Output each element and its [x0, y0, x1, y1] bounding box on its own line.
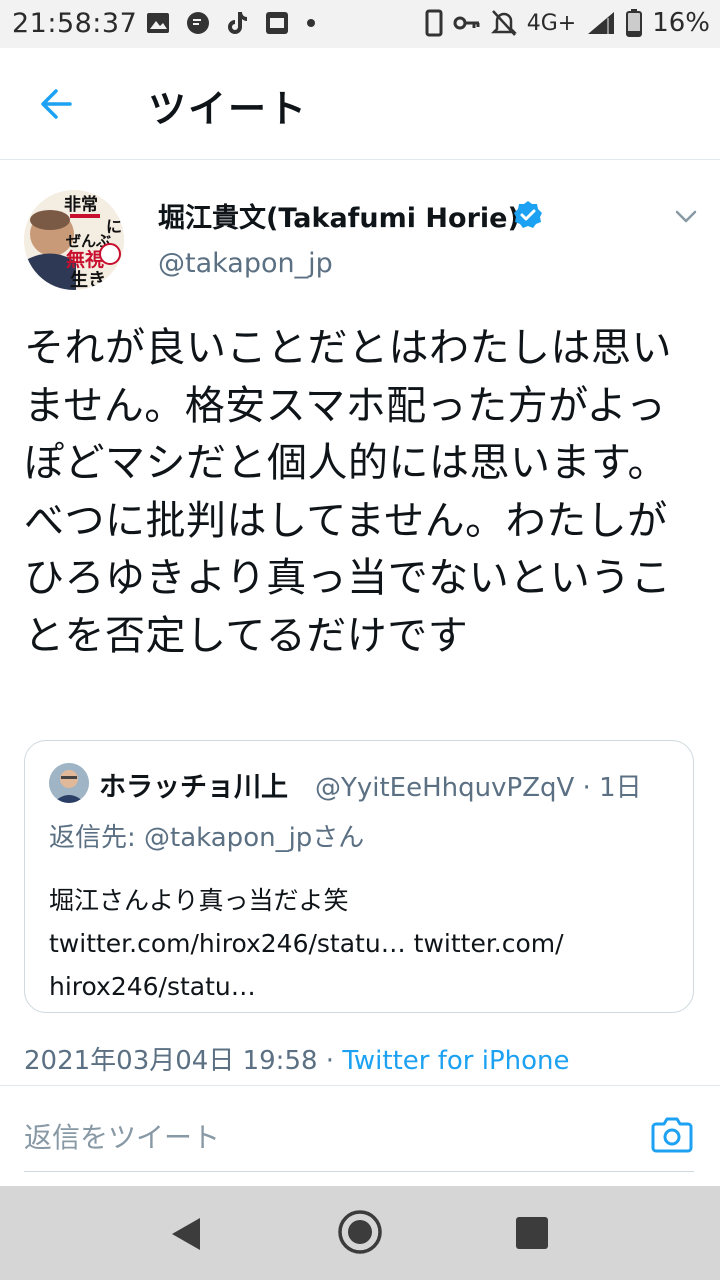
quoted-link[interactable]: hirox246/statu…	[49, 965, 669, 1008]
tweet-source[interactable]: Twitter for iPhone	[342, 1046, 569, 1076]
nav-back-icon[interactable]	[168, 1216, 204, 1252]
author-handle[interactable]: @takapon_jp	[158, 248, 333, 279]
page-title: ツイート	[148, 87, 309, 131]
quoted-link[interactable]: twitter.com/hirox246/statu… twitter.com/	[49, 922, 669, 965]
system-nav-bar	[0, 1186, 720, 1280]
dot-icon	[307, 19, 315, 27]
verified-badge-icon	[514, 201, 542, 228]
reply-underline	[24, 1171, 694, 1172]
tweet-text: それが良いことだとはわたしは思いません。格安スマホ配った方がよっぽどマシだと個人…	[24, 325, 672, 659]
nav-recents-icon[interactable]	[516, 1217, 548, 1249]
mute-icon	[490, 10, 517, 36]
quoted-reply-to: 返信先: @takapon_jpさん	[49, 823, 365, 853]
status-time: 21:58:37	[12, 8, 138, 39]
top-app-bar: ツイート	[0, 48, 720, 160]
arrow-left-icon[interactable]	[36, 84, 76, 124]
quoted-tweet[interactable]: ホラッチョ川上 @YyitEeHhquvPZqV · 1日 返信先: @taka…	[24, 740, 694, 1013]
battery-level: 16%	[652, 8, 710, 38]
tweet-timestamp: 2021年03月04日 19:58 · Twitter for iPhone	[24, 1040, 570, 1077]
camera-icon[interactable]	[650, 1112, 694, 1156]
chat-bubble-icon	[187, 12, 209, 34]
signal-icon	[588, 12, 615, 34]
svg-text:生き: 生き	[70, 269, 106, 290]
timestamp-text: 2021年03月04日 19:58 ·	[24, 1046, 343, 1076]
avatar-image: 非常 に ぜんぶ 無視 生き	[24, 190, 124, 290]
chevron-down-icon[interactable]	[672, 202, 700, 230]
app-badge-icon	[266, 12, 288, 34]
battery-icon	[626, 9, 643, 37]
tiktok-icon	[228, 12, 247, 34]
notification-icons	[146, 10, 316, 36]
status-bar: 21:58:37 4G+ 16%	[0, 0, 720, 48]
quoted-avatar	[49, 763, 89, 803]
avatar[interactable]: 非常 に ぜんぶ 無視 生き	[24, 190, 124, 290]
image-icon	[147, 13, 169, 33]
quoted-author-name: ホラッチョ川上	[99, 772, 288, 803]
svg-text:非常: 非常	[64, 194, 98, 215]
quoted-handle-time: @YyitEeHhquvPZqV · 1日	[315, 773, 642, 803]
author-name[interactable]: 堀江貴文(Takafumi Horie)	[158, 196, 520, 235]
system-icons: 4G+ 16%	[425, 8, 710, 38]
quoted-text-line: 堀江さんより真っ当だよ笑	[49, 886, 349, 915]
reply-input[interactable]: 返信をツイート	[24, 1116, 220, 1156]
reply-bar: 返信をツイート	[0, 1086, 720, 1186]
network-type: 4G+	[526, 10, 577, 36]
quoted-text: 堀江さんより真っ当だよ笑 twitter.com/hirox246/statu……	[49, 879, 669, 1008]
key-icon	[453, 16, 480, 30]
quoted-avatar-image	[49, 763, 89, 803]
phone-frame-icon	[425, 9, 443, 37]
svg-text:無視: 無視	[66, 248, 104, 271]
nav-home-icon[interactable]	[336, 1208, 384, 1256]
